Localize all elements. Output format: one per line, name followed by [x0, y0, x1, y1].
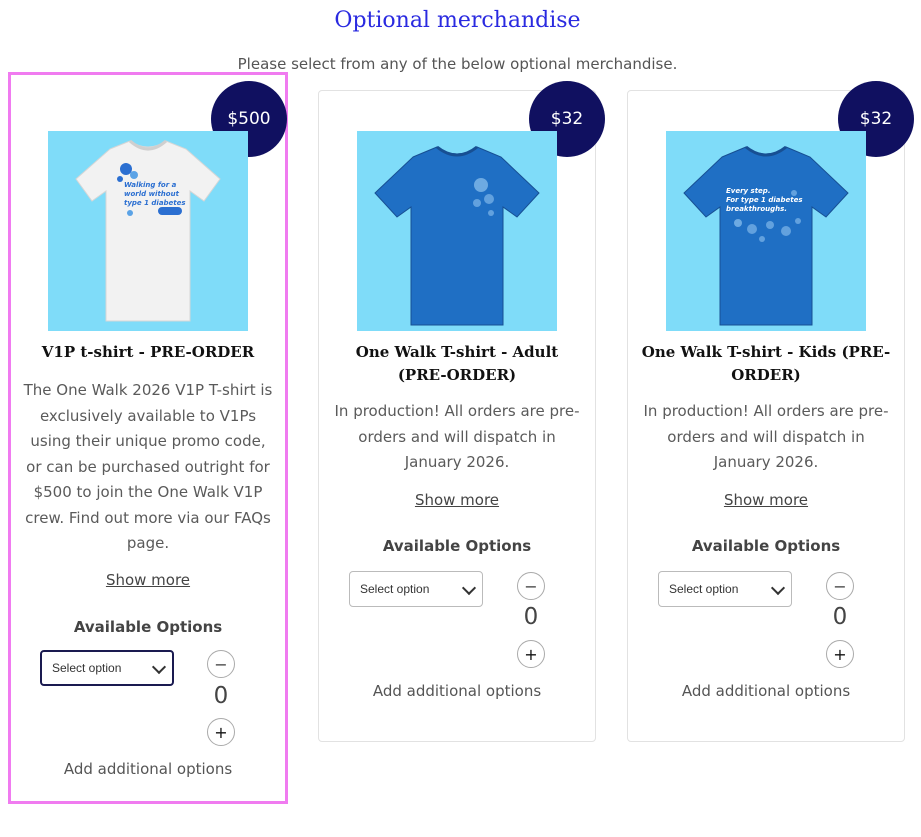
- available-options-heading: Available Options: [73, 618, 223, 636]
- product-image: Every step. For type 1 diabetes breakthr…: [666, 131, 866, 331]
- chevron-down-icon: [151, 659, 167, 675]
- section-subtitle: Please select from any of the below opti…: [237, 55, 678, 73]
- product-card-v1p-tshirt: $500 Walking for a world without type 1 …: [8, 72, 288, 804]
- shirt-print-line: breakthroughs.: [726, 205, 787, 213]
- chevron-down-icon: [770, 580, 786, 596]
- increase-quantity-button[interactable]: +: [826, 640, 854, 668]
- add-additional-options-link[interactable]: Add additional options: [628, 682, 904, 700]
- increase-quantity-button[interactable]: +: [207, 718, 235, 746]
- product-name: One Walk T-shirt - Kids (PRE-ORDER): [641, 343, 891, 384]
- minus-icon: −: [524, 576, 538, 596]
- shirt-print-line: Walking for a: [124, 181, 177, 189]
- add-additional-options-link[interactable]: Add additional options: [319, 682, 595, 700]
- product-card-kids-tshirt: $32 Every step. For type 1 diabetes brea…: [627, 81, 914, 742]
- product-description: In production! All orders are pre-orders…: [334, 402, 580, 471]
- select-placeholder: Select option: [360, 582, 430, 596]
- available-options-heading: Available Options: [691, 537, 841, 555]
- option-select[interactable]: Select option: [40, 650, 174, 686]
- quantity-value: 0: [523, 604, 539, 630]
- plus-icon: +: [833, 644, 847, 664]
- tshirt-image: [374, 145, 540, 326]
- product-description: The One Walk 2026 V1P T-shirt is exclusi…: [23, 381, 273, 552]
- shirt-print-line: Every step.: [726, 187, 770, 195]
- plus-icon: +: [524, 644, 538, 664]
- shirt-print-line: For type 1 diabetes: [726, 196, 803, 204]
- show-more-link[interactable]: Show more: [628, 491, 904, 509]
- option-select[interactable]: Select option: [658, 571, 792, 607]
- decrease-quantity-button[interactable]: −: [517, 572, 545, 600]
- option-select[interactable]: Select option: [349, 571, 483, 607]
- plus-icon: +: [214, 722, 228, 742]
- decrease-quantity-button[interactable]: −: [207, 650, 235, 678]
- product-description: In production! All orders are pre-orders…: [643, 402, 889, 471]
- select-placeholder: Select option: [52, 661, 122, 675]
- product-name: One Walk T-shirt - Adult (PRE-ORDER): [355, 343, 559, 384]
- tshirt-image: Walking for a world without type 1 diabe…: [75, 139, 221, 322]
- increase-quantity-button[interactable]: +: [517, 640, 545, 668]
- add-additional-options-link[interactable]: Add additional options: [11, 760, 285, 778]
- available-options-heading: Available Options: [382, 537, 532, 555]
- product-card-adult-tshirt: $32 One Walk T-shirt - Adult (PRE-ORDER)…: [318, 81, 605, 742]
- chevron-down-icon: [461, 580, 477, 596]
- minus-icon: −: [833, 576, 847, 596]
- product-name: V1P t-shirt - PRE-ORDER: [41, 343, 255, 361]
- show-more-link[interactable]: Show more: [319, 491, 595, 509]
- section-title: Optional merchandise: [334, 8, 581, 33]
- quantity-value: 0: [832, 604, 848, 630]
- shirt-print-line: world without: [124, 190, 180, 198]
- shirt-print-line: type 1 diabetes: [124, 199, 186, 207]
- quantity-value: 0: [213, 683, 229, 709]
- show-more-link[interactable]: Show more: [11, 571, 285, 589]
- product-image: Walking for a world without type 1 diabe…: [48, 131, 248, 331]
- product-image: [357, 131, 557, 331]
- tshirt-image: Every step. For type 1 diabetes breakthr…: [683, 145, 849, 326]
- decrease-quantity-button[interactable]: −: [826, 572, 854, 600]
- select-placeholder: Select option: [669, 582, 739, 596]
- minus-icon: −: [214, 654, 228, 674]
